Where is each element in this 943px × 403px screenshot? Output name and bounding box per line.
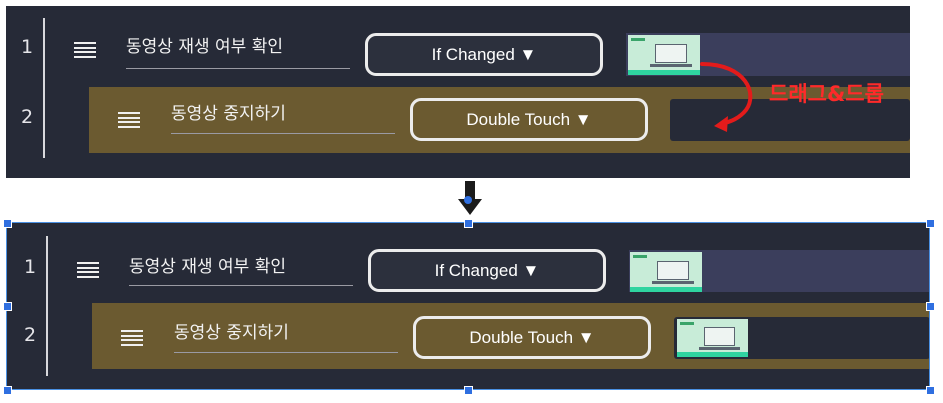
drag-handle-icon[interactable] — [74, 42, 96, 58]
resize-handle[interactable] — [464, 219, 473, 228]
row-label: 동영상 재생 여부 확인 — [126, 37, 283, 57]
resize-handle[interactable] — [464, 386, 473, 395]
resize-handle[interactable] — [926, 219, 935, 228]
row-divider-line — [43, 18, 45, 158]
trigger-dropdown[interactable]: If Changed ▼ — [365, 33, 603, 76]
row-label: 동영상 중지하기 — [171, 104, 286, 124]
selection-frame — [6, 222, 930, 390]
resize-handle[interactable] — [3, 219, 12, 228]
resize-handle[interactable] — [926, 386, 935, 395]
drag-handle-icon[interactable] — [118, 112, 140, 128]
trigger-dropdown[interactable]: Double Touch ▼ — [410, 98, 648, 141]
resize-handle[interactable] — [926, 302, 935, 311]
before-panel: 1 2 동영상 재생 여부 확인 If Changed ▼ 동영상 중지하기 D… — [6, 6, 910, 178]
row-number: 2 — [21, 106, 34, 128]
label-underline — [171, 133, 395, 134]
curved-arrow-icon — [700, 62, 753, 132]
rotate-handle[interactable] — [464, 196, 472, 204]
video-thumbnail[interactable] — [628, 35, 700, 75]
label-underline — [126, 68, 350, 69]
resize-handle[interactable] — [3, 386, 12, 395]
drag-drop-label: 드래그&드롭 — [769, 82, 884, 106]
row-number: 1 — [21, 36, 34, 58]
resize-handle[interactable] — [3, 302, 12, 311]
